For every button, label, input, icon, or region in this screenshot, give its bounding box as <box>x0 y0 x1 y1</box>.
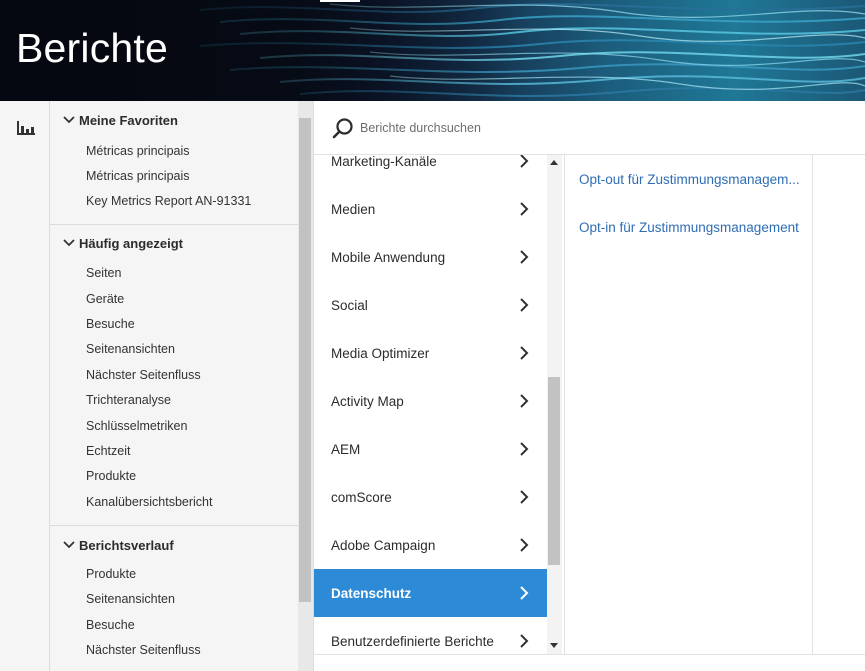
sidebar-scrollbar[interactable] <box>298 101 313 671</box>
category-item[interactable]: Social <box>314 281 547 329</box>
category-item[interactable]: Benutzerdefinierte Berichte <box>314 617 547 655</box>
category-item[interactable]: Media Optimizer <box>314 329 547 377</box>
sidebar-item[interactable]: Trichteranalyse <box>86 391 171 409</box>
category-item-active[interactable]: Datenschutz <box>314 569 547 617</box>
icon-rail <box>0 101 50 671</box>
sidebar-item[interactable]: Nächster Seitenfluss <box>86 641 201 659</box>
category-label: Datenschutz <box>331 585 412 601</box>
chevron-right-icon <box>520 202 529 216</box>
sidebar: Meine Favoriten Métricas principais Métr… <box>50 101 298 671</box>
chevron-down-icon <box>63 116 75 124</box>
chevron-right-icon <box>520 490 529 504</box>
section-header-report-history[interactable]: Berichtsverlauf <box>63 535 174 555</box>
category-scrollbar[interactable] <box>547 155 562 655</box>
scroll-down-arrow-icon[interactable] <box>550 643 558 648</box>
sidebar-item[interactable]: Schlüsselmetriken <box>86 417 187 435</box>
sidebar-item[interactable]: Seitenansichten <box>86 590 175 608</box>
report-link-opt-in[interactable]: Opt-in für Zustimmungsmanagement <box>579 220 799 235</box>
category-label: Medien <box>331 201 376 217</box>
category-item[interactable]: Medien <box>314 185 547 233</box>
category-label: Marketing-Kanäle <box>331 155 437 169</box>
chevron-right-icon <box>520 298 529 312</box>
chevron-right-icon <box>520 442 529 456</box>
category-label: Adobe Campaign <box>331 537 436 553</box>
sidebar-scrollbar-thumb[interactable] <box>299 118 311 602</box>
chevron-right-icon <box>520 634 529 648</box>
sidebar-item[interactable]: Produkte <box>86 467 136 485</box>
page-header: Berichte <box>0 0 865 101</box>
search-input[interactable] <box>360 118 840 138</box>
column-divider <box>564 155 565 655</box>
reports-chart-icon[interactable] <box>17 121 35 135</box>
category-list: Marketing-Kanäle Medien Mobile Anwendung… <box>314 155 547 655</box>
category-item[interactable]: comScore <box>314 473 547 521</box>
chevron-right-icon <box>520 250 529 264</box>
category-label: comScore <box>331 489 392 505</box>
sidebar-item[interactable]: Métricas principais <box>86 142 190 160</box>
section-divider <box>50 224 298 225</box>
bottom-divider <box>314 654 865 655</box>
category-label: Mobile Anwendung <box>331 249 446 265</box>
sidebar-item[interactable]: Seitenansichten <box>86 340 175 358</box>
chevron-right-icon <box>520 155 529 168</box>
main-panel: Marketing-Kanäle Medien Mobile Anwendung… <box>313 101 865 671</box>
category-item[interactable]: Adobe Campaign <box>314 521 547 569</box>
page-title: Berichte <box>16 25 169 71</box>
category-label: AEM <box>331 441 361 457</box>
search-bar <box>314 101 865 155</box>
sidebar-item[interactable]: Produkte <box>86 565 136 583</box>
sidebar-item[interactable]: Geräte <box>86 290 124 308</box>
chevron-down-icon <box>63 239 75 247</box>
sidebar-item[interactable]: Besuche <box>86 315 135 333</box>
category-label: Social <box>331 297 368 313</box>
chevron-right-icon <box>520 394 529 408</box>
section-header-frequently-viewed[interactable]: Häufig angezeigt <box>63 233 183 253</box>
category-scrollbar-thumb[interactable] <box>548 377 560 565</box>
chevron-right-icon <box>520 538 529 552</box>
category-item[interactable]: Mobile Anwendung <box>314 233 547 281</box>
section-header-favorites[interactable]: Meine Favoriten <box>63 110 178 130</box>
column-divider <box>812 155 813 655</box>
section-title: Berichtsverlauf <box>79 537 174 553</box>
section-title: Meine Favoriten <box>79 112 178 128</box>
sidebar-item[interactable]: Key Metrics Report AN-91331 <box>86 192 251 210</box>
sidebar-item[interactable]: Besuche <box>86 616 135 634</box>
section-title: Häufig angezeigt <box>79 235 184 251</box>
sidebar-item[interactable]: Métricas principais <box>86 167 190 185</box>
category-item[interactable]: Marketing-Kanäle <box>314 155 547 185</box>
category-label: Media Optimizer <box>331 345 430 361</box>
category-label: Activity Map <box>331 393 404 409</box>
sidebar-item[interactable]: Seiten <box>86 264 121 282</box>
sidebar-item[interactable]: Kanalübersichtsbericht <box>86 493 212 511</box>
search-icon <box>332 118 353 139</box>
chevron-down-icon <box>63 541 75 549</box>
chevron-right-icon <box>520 586 529 600</box>
category-label: Benutzerdefinierte Berichte <box>331 633 494 649</box>
chevron-right-icon <box>520 346 529 360</box>
section-divider <box>50 525 298 526</box>
sidebar-item[interactable]: Nächster Seitenfluss <box>86 366 201 384</box>
sidebar-item[interactable]: Echtzeit <box>86 442 130 460</box>
scroll-up-arrow-icon[interactable] <box>550 160 558 165</box>
category-item[interactable]: Activity Map <box>314 377 547 425</box>
report-link-opt-out[interactable]: Opt-out für Zustimmungsmanagem... <box>579 172 800 187</box>
category-item[interactable]: AEM <box>314 425 547 473</box>
